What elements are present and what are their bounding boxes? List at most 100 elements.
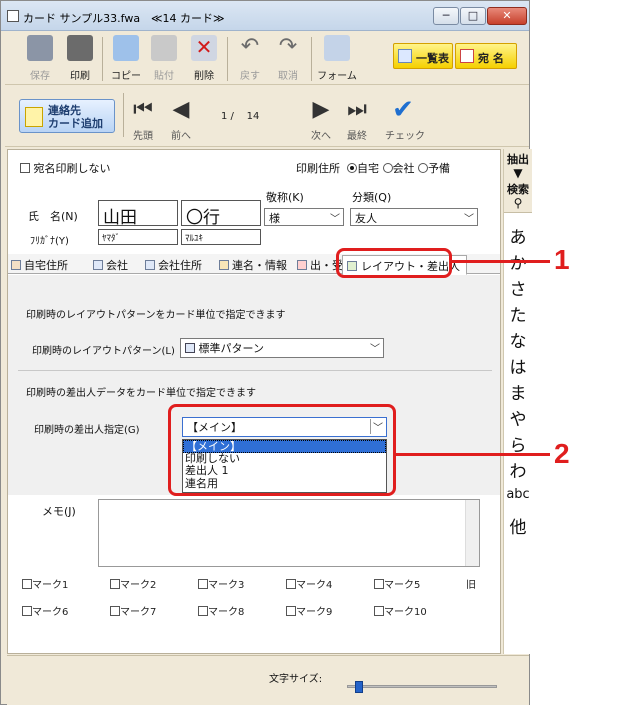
title-bar: カード サンプル33.fwa ≪14 カード≫ ─ □ ✕ — [1, 1, 529, 31]
index-ma[interactable]: ま — [504, 379, 532, 404]
layout-pattern-select[interactable]: 標準パターン ﹀ — [180, 338, 384, 358]
memo-field[interactable] — [98, 499, 480, 567]
radio-home[interactable]: 自宅 — [347, 162, 379, 175]
chevron-down-icon: ﹀ — [464, 214, 474, 225]
floppy-icon — [27, 35, 53, 61]
check-button[interactable]: ✔ チェック — [385, 97, 425, 143]
list-view-button[interactable]: 一覧表 — [393, 43, 453, 69]
close-button[interactable]: ✕ — [487, 7, 527, 25]
company-icon — [93, 260, 103, 270]
mark-3-checkbox[interactable]: マーク3 — [198, 576, 244, 591]
add-card-label-1: 連絡先 — [48, 104, 81, 117]
sidebar-tools: 抽出 ▼ 検索 ⚲ — [504, 149, 532, 213]
main-toolbar: 保存 印刷 コピー 貼付 ✕ 削除 ↶ 戻す ↷ 取消 フォーム 一覧表 宛 名 — [5, 31, 529, 85]
window-title: カード サンプル33.fwa — [23, 12, 141, 25]
add-contact-icon — [25, 107, 43, 127]
add-card-button[interactable]: 連絡先 カード追加 — [19, 99, 115, 133]
next-card-button[interactable]: ▶ 次へ — [303, 97, 339, 143]
mark-8-checkbox[interactable]: マーク8 — [198, 603, 244, 618]
tab-company[interactable]: 会社 — [92, 257, 128, 274]
app-icon — [7, 10, 19, 22]
copy-button[interactable]: コピー — [107, 35, 145, 83]
form-button[interactable]: フォーム — [315, 35, 359, 83]
family-name-field[interactable]: 山田 — [98, 200, 178, 228]
pattern-icon — [185, 343, 195, 353]
radio-spare[interactable]: 予備 — [418, 162, 450, 175]
navigation-bar: 連絡先 カード追加 ⏮ 先頭 ◀ 前へ 1 / 14 ▶ 次へ ⏭ 最終 ✔ チェ… — [5, 89, 529, 147]
memo-label: メモ(J) — [42, 505, 76, 518]
paste-icon — [151, 35, 177, 61]
delete-button[interactable]: ✕ 削除 — [185, 35, 223, 83]
index-sa[interactable]: さ — [504, 275, 532, 300]
first-icon: ⏮ — [133, 97, 153, 122]
radio-company[interactable]: 会社 — [382, 162, 415, 175]
index-wa[interactable]: わ — [504, 457, 532, 482]
category-select[interactable]: 友人 ﹀ — [350, 208, 478, 226]
minimize-button[interactable]: ─ — [433, 7, 459, 25]
index-ta[interactable]: た — [504, 301, 532, 326]
mark-1-checkbox[interactable]: マーク1 — [22, 576, 68, 591]
mark-6-checkbox[interactable]: マーク6 — [22, 603, 68, 618]
print-address-label: 印刷住所 — [296, 162, 340, 175]
given-name-field[interactable]: 〇行 — [181, 200, 261, 228]
name-label: 氏 名(N) — [28, 210, 78, 223]
search-button[interactable]: 検索 ⚲ — [504, 179, 532, 209]
home-icon — [11, 260, 21, 270]
last-card-button[interactable]: ⏭ 最終 — [339, 97, 375, 143]
first-card-button[interactable]: ⏮ 先頭 — [125, 97, 161, 143]
index-na[interactable]: な — [504, 327, 532, 352]
mark-7-checkbox[interactable]: マーク7 — [110, 603, 156, 618]
slider-thumb[interactable] — [355, 681, 364, 693]
callout-1-number: 1 — [554, 244, 570, 275]
tab-home-address[interactable]: 自宅住所 — [10, 257, 68, 274]
no-print-checkbox[interactable]: 宛名印刷しない — [20, 160, 111, 176]
mark-4-checkbox[interactable]: マーク4 — [286, 576, 332, 591]
people-icon — [219, 260, 229, 270]
old-mark-label: 旧 — [466, 580, 476, 591]
maximize-button[interactable]: □ — [460, 7, 486, 25]
extract-button[interactable]: 抽出 ▼ — [504, 149, 532, 179]
layout-pattern-label: 印刷時のレイアウトパターン(L) — [32, 346, 175, 357]
close-icon: ✕ — [502, 9, 512, 22]
mark-10-checkbox[interactable]: マーク10 — [374, 603, 427, 618]
callout-1-highlight — [336, 248, 452, 278]
mark-5-checkbox[interactable]: マーク5 — [374, 576, 420, 591]
add-card-label-2: カード追加 — [48, 117, 103, 130]
font-size-slider[interactable] — [347, 681, 497, 693]
index-ha[interactable]: は — [504, 353, 532, 378]
tab-company-address[interactable]: 会社住所 — [144, 257, 202, 274]
given-kana-field[interactable]: ﾏﾙﾕｷ — [181, 229, 261, 245]
panel-divider — [18, 370, 492, 371]
maximize-icon: □ — [467, 9, 479, 22]
honorific-label: 敬称(K) — [266, 191, 304, 204]
chevron-down-icon: ﹀ — [370, 344, 380, 355]
index-ya[interactable]: や — [504, 405, 532, 430]
search-icon: ⚲ — [513, 196, 523, 210]
print-button[interactable]: 印刷 — [61, 35, 99, 83]
card-counter: 1 / 14 — [221, 111, 260, 122]
save-button[interactable]: 保存 — [21, 35, 59, 83]
index-abc[interactable]: abc — [504, 487, 532, 502]
memo-scrollbar[interactable] — [465, 500, 479, 566]
toolbar-divider — [227, 37, 228, 81]
tab-joint-info[interactable]: 連名・情報 — [218, 257, 287, 274]
family-kana-field[interactable]: ﾔﾏﾀﾞ — [98, 229, 178, 245]
app-window: カード サンプル33.fwa ≪14 カード≫ ─ □ ✕ 保存 印刷 コピー … — [0, 0, 532, 705]
index-other[interactable]: 他 — [504, 513, 532, 538]
paste-button[interactable]: 貼付 — [145, 35, 183, 83]
address-view-button[interactable]: 宛 名 — [455, 43, 517, 69]
mark-2-checkbox[interactable]: マーク2 — [110, 576, 156, 591]
last-icon: ⏭ — [347, 97, 367, 122]
index-a[interactable]: あ — [504, 223, 532, 248]
building-icon — [145, 260, 155, 270]
redo-arrow-icon: ↷ — [278, 34, 298, 59]
undo-arrow-icon: ↶ — [240, 34, 260, 59]
current-card-number: 1 — [221, 111, 228, 122]
sender-description: 印刷時の差出人データをカード単位で指定できます — [26, 388, 256, 399]
prev-card-button[interactable]: ◀ 前へ — [163, 97, 199, 143]
cancel-button[interactable]: ↷ 取消 — [269, 35, 307, 83]
address-card-icon — [460, 49, 474, 63]
mark-9-checkbox[interactable]: マーク9 — [286, 603, 332, 618]
honorific-select[interactable]: 様 ﹀ — [264, 208, 344, 226]
undo-button[interactable]: ↶ 戻す — [231, 35, 269, 83]
